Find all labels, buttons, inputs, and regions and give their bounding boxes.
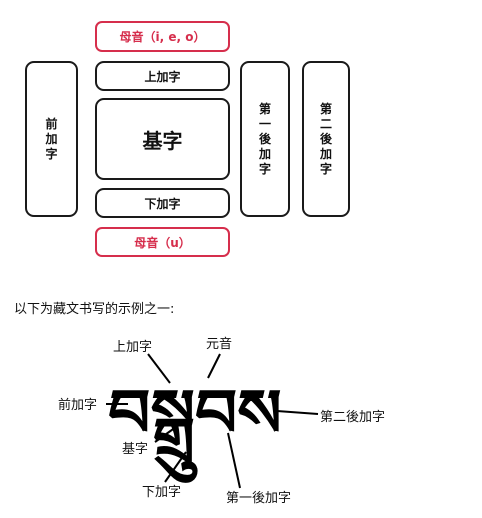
tibetan-word: བསྒྲུབས	[108, 375, 282, 483]
example-label-superscript: 上加字	[113, 340, 153, 355]
example-label-vowel: 元音	[206, 337, 233, 352]
example-label-base: 基字	[122, 442, 149, 457]
leader-post-suffix	[276, 410, 319, 415]
example-label-suffix: 第一後加字	[226, 491, 292, 506]
leader-subscript	[164, 451, 187, 483]
example-illustration: བསྒྲུབས	[106, 353, 319, 489]
example-label-post-suffix: 第二後加字	[320, 410, 386, 425]
example-label-subscript: 下加字	[142, 485, 182, 500]
example-label-prefix: 前加字	[58, 398, 98, 413]
